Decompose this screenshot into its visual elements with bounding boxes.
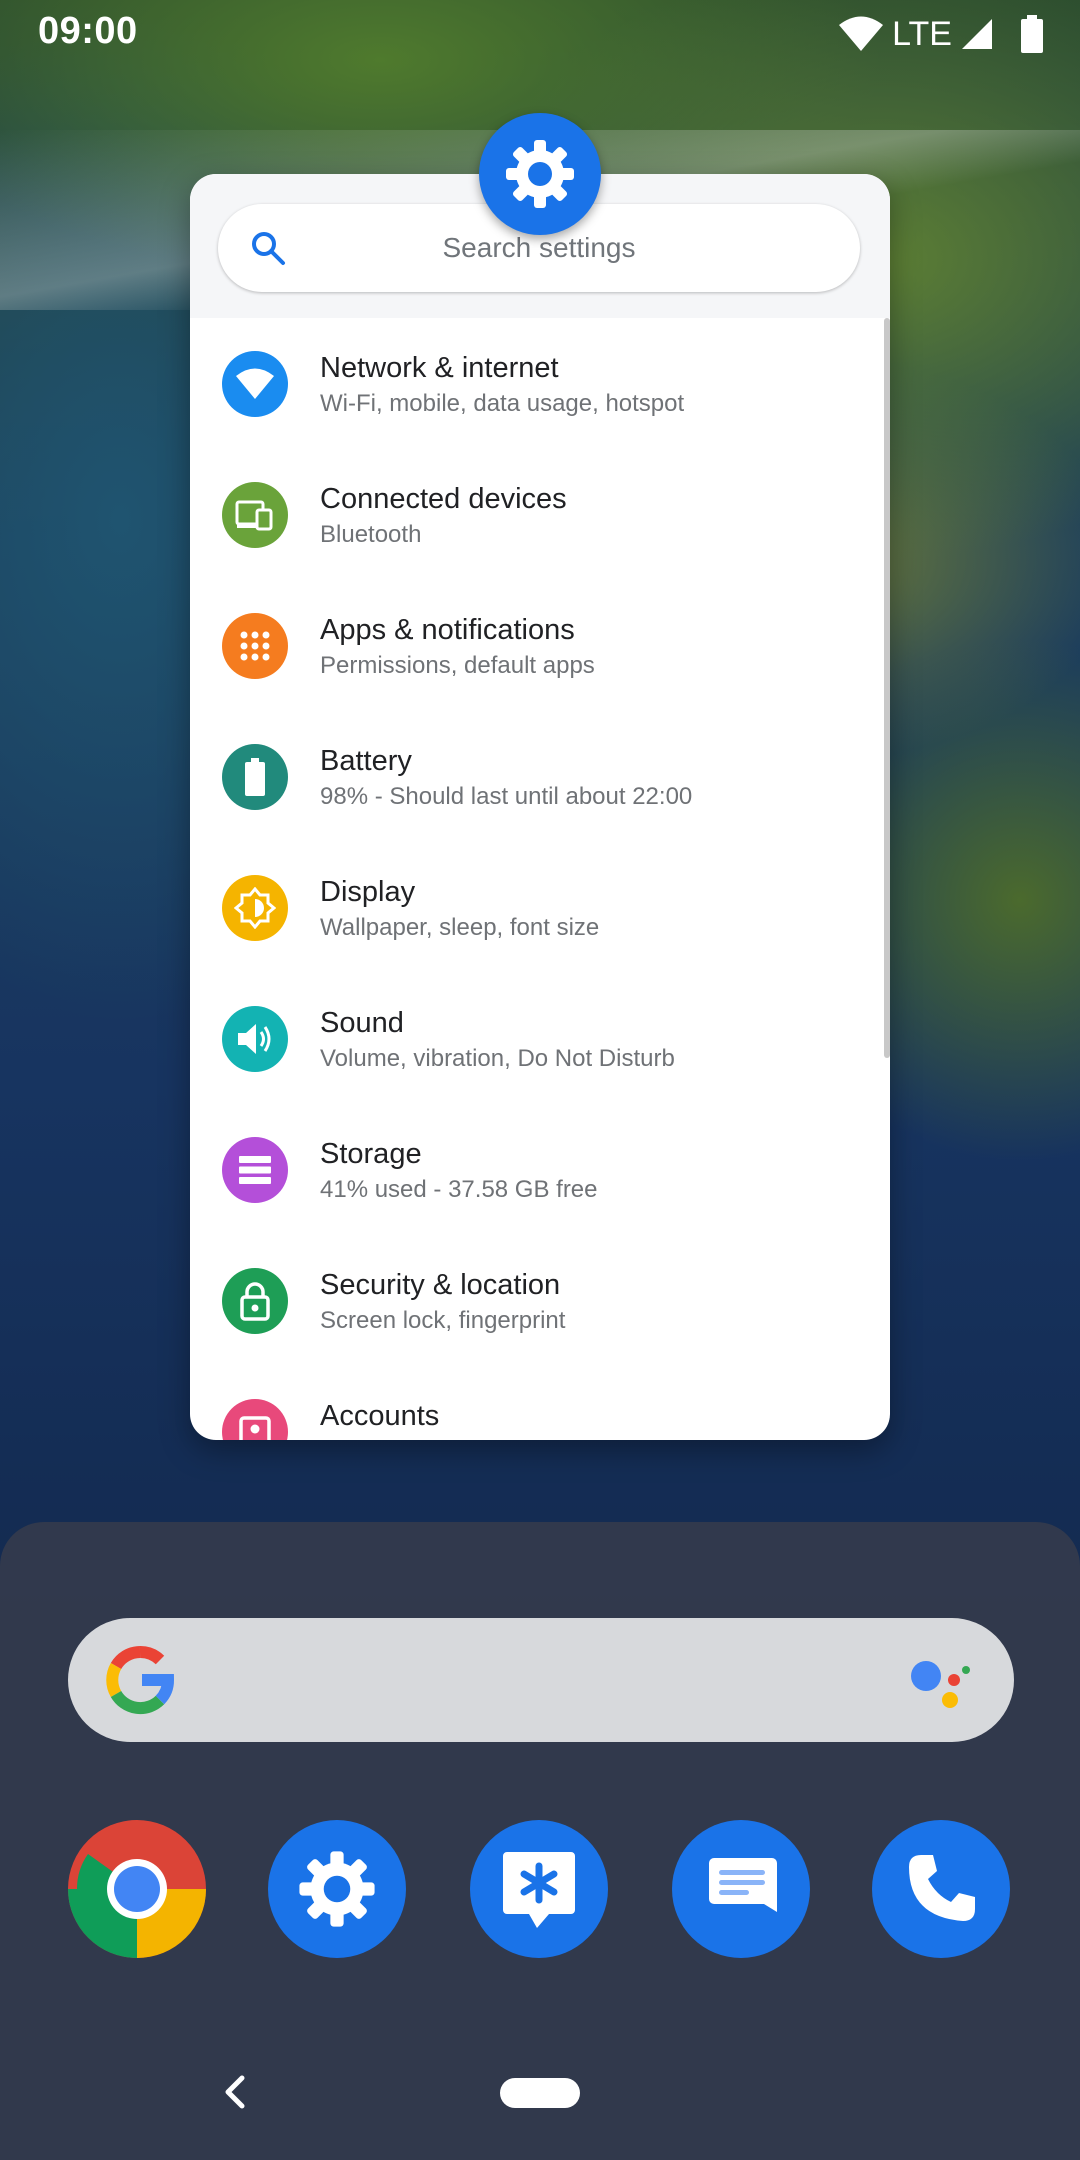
cell-signal-icon <box>962 19 992 49</box>
settings-list: Network & internet Wi-Fi, mobile, data u… <box>190 318 890 1440</box>
status-bar: 09:00 LTE <box>0 0 1080 68</box>
settings-gear-icon[interactable] <box>479 113 601 235</box>
settings-item-title: Connected devices <box>320 483 567 515</box>
google-assistant-icon[interactable] <box>904 1648 974 1718</box>
settings-app-icon[interactable] <box>268 1820 406 1958</box>
settings-item-title: Security & location <box>320 1269 561 1301</box>
settings-item-subtitle: 41% used - 37.58 GB free <box>320 1176 598 1203</box>
dock-apps <box>0 1820 1080 1960</box>
settings-item-subtitle: Wallpaper, sleep, font size <box>320 914 600 941</box>
status-time: 09:00 <box>38 10 138 52</box>
phone-app-icon[interactable] <box>872 1820 1010 1958</box>
account-icon <box>222 1399 288 1440</box>
settings-item-subtitle: Wi-Fi, mobile, data usage, hotspot <box>320 390 685 417</box>
settings-item-security-location[interactable]: Security & location Screen lock, fingerp… <box>190 1235 890 1366</box>
chrome-app-icon[interactable] <box>68 1820 206 1958</box>
settings-item-title: Apps & notifications <box>320 614 575 646</box>
status-icons: LTE <box>838 14 1044 54</box>
settings-item-title: Battery <box>320 745 412 777</box>
google-search-bar[interactable] <box>68 1618 1014 1742</box>
battery-icon <box>1021 15 1043 53</box>
settings-item-subtitle: Volume, vibration, Do Not Disturb <box>320 1045 675 1072</box>
settings-item-display[interactable]: Display Wallpaper, sleep, font size <box>190 842 890 973</box>
network-type-label: LTE <box>892 14 952 53</box>
settings-item-title: Sound <box>320 1007 404 1039</box>
speaker-icon <box>222 1006 288 1072</box>
settings-item-sound[interactable]: Sound Volume, vibration, Do Not Disturb <box>190 973 890 1104</box>
settings-item-title: Accounts <box>320 1400 440 1432</box>
battery-icon <box>222 744 288 810</box>
wifi-icon <box>222 351 288 417</box>
settings-item-apps-notifications[interactable]: Apps & notifications Permissions, defaul… <box>190 580 890 711</box>
settings-item-subtitle: Bluetooth <box>320 521 422 548</box>
messages-app-icon[interactable] <box>672 1820 810 1958</box>
home-pill[interactable] <box>500 2078 580 2108</box>
settings-item-subtitle: Permissions, default apps <box>320 652 595 679</box>
storage-icon <box>222 1137 288 1203</box>
search-placeholder: Search settings <box>442 232 636 263</box>
settings-item-title: Network & internet <box>320 352 559 384</box>
brightness-icon <box>222 875 288 941</box>
settings-item-storage[interactable]: Storage 41% used - 37.58 GB free <box>190 1104 890 1235</box>
settings-item-title: Display <box>320 876 416 908</box>
google-g-icon <box>106 1646 174 1715</box>
settings-item-battery[interactable]: Battery 98% - Should last until about 22… <box>190 711 890 842</box>
settings-item-accounts[interactable]: Accounts <box>190 1366 890 1440</box>
apps-grid-icon <box>222 613 288 679</box>
support-app-icon[interactable] <box>470 1820 608 1958</box>
settings-item-subtitle: 98% - Should last until about 22:00 <box>320 783 693 810</box>
scrollbar[interactable] <box>884 318 890 1058</box>
wifi-icon <box>839 16 884 51</box>
settings-item-network[interactable]: Network & internet Wi-Fi, mobile, data u… <box>190 318 890 449</box>
settings-item-title: Storage <box>320 1138 422 1170</box>
settings-popup: Search settings Network & internet Wi-Fi… <box>190 174 890 1440</box>
devices-icon <box>222 482 288 548</box>
back-chevron-icon[interactable] <box>220 2070 250 2114</box>
lock-icon <box>222 1268 288 1334</box>
settings-item-connected-devices[interactable]: Connected devices Bluetooth <box>190 449 890 580</box>
settings-item-subtitle: Screen lock, fingerprint <box>320 1307 566 1334</box>
